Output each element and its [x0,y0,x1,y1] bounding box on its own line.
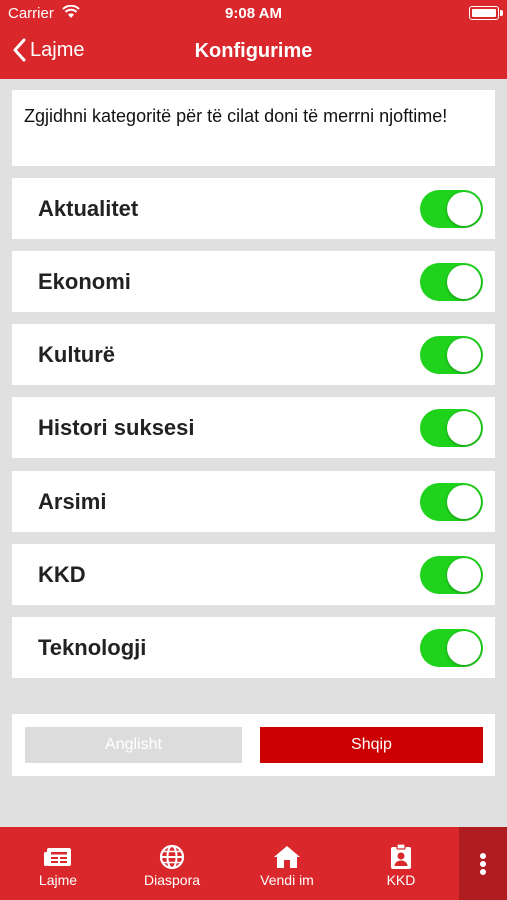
chevron-left-icon [13,38,26,62]
tab-vendi-im[interactable]: Vendi im [249,827,325,900]
category-row-aktualitet: Aktualitet [12,178,495,239]
category-label: KKD [38,562,86,587]
category-toggle[interactable] [420,629,483,667]
category-row-arsimi: Arsimi [12,471,495,532]
category-label: Arsimi [38,489,107,514]
back-button[interactable]: Lajme [12,38,84,62]
language-english-button[interactable]: Anglisht [25,727,242,763]
tab-bar: Lajme Diaspora Vendi im KKD [0,827,507,900]
category-row-kkd: KKD [12,544,495,605]
status-time: 9:08 AM [225,5,282,22]
category-toggle[interactable] [420,409,483,447]
tab-label: Vendi im [260,872,314,888]
tab-label: KKD [386,872,416,888]
globe-icon [159,844,185,870]
app-header: Carrier 9:08 AM Lajme Konfigurime [0,0,507,79]
category-label: Kulturë [38,342,115,367]
tab-kkd[interactable]: KKD [363,827,439,900]
more-options-button[interactable] [459,827,507,900]
tab-lajme[interactable]: Lajme [20,827,96,900]
home-icon [274,846,300,868]
category-row-teknologji: Teknologji [12,617,495,678]
tab-label: Lajme [38,872,78,888]
category-label: Ekonomi [38,269,131,294]
newspaper-icon [44,848,71,866]
category-label: Teknologji [38,635,147,660]
back-label: Lajme [30,38,85,61]
category-toggle[interactable] [420,556,483,594]
category-row-histori-suksesi: Histori suksesi [12,397,495,458]
navigation-bar: Lajme Konfigurime [0,28,507,79]
language-selector: Anglisht Shqip [12,714,495,776]
category-toggle[interactable] [420,263,483,301]
category-label: Histori suksesi [38,415,195,440]
tab-label: Diaspora [143,872,201,888]
category-toggle[interactable] [420,190,483,228]
language-albanian-button[interactable]: Shqip [260,727,483,763]
id-badge-icon [391,844,411,869]
category-toggle[interactable] [420,483,483,521]
category-label: Aktualitet [38,196,139,221]
status-bar: Carrier 9:08 AM [0,0,507,28]
tab-diaspora[interactable]: Diaspora [134,827,210,900]
battery-icon [469,6,503,20]
category-row-ekonomi: Ekonomi [12,251,495,312]
intro-text: Zgjidhni kategoritë për të cilat doni të… [12,90,495,166]
category-row-kulture: Kulturë [12,324,495,385]
category-toggle[interactable] [420,336,483,374]
